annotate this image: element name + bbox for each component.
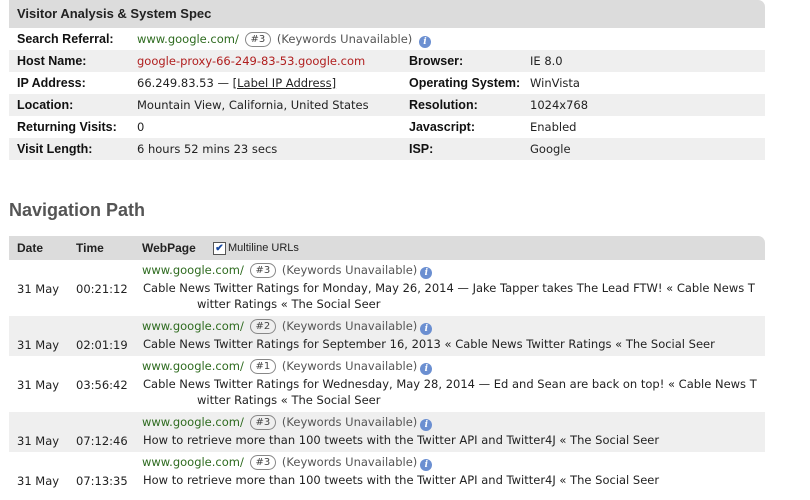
os-label: Operating System: <box>409 76 521 90</box>
row-date: 31 May <box>17 282 60 296</box>
webpage-title-line1[interactable]: Cable News Twitter Ratings for Wednesday… <box>143 377 757 391</box>
rank-badge: #2 <box>249 319 277 334</box>
keywords-text: (Keywords Unavailable) <box>281 455 418 469</box>
referral-site[interactable]: www.google.com/ <box>142 319 244 333</box>
row-date: 31 May <box>17 338 60 352</box>
javascript-label: Javascript: <box>409 120 476 134</box>
info-icon[interactable]: i <box>420 419 433 431</box>
nav-table-header: Date Time WebPage ✔ Multiline URLs <box>9 236 765 260</box>
info-icon[interactable]: i <box>418 36 431 48</box>
resolution-value: 1024x768 <box>530 98 589 112</box>
location-value: Mountain View, California, United States <box>137 98 369 112</box>
keywords-text: (Keywords Unavailable) <box>281 359 418 373</box>
table-row: www.google.com/ #2 (Keywords Unavailable… <box>9 316 765 356</box>
row-time: 07:12:46 <box>76 434 128 448</box>
row-date: 31 May <box>17 434 60 448</box>
spec-row-ip: IP Address: 66.249.83.53 — [Label IP Add… <box>9 72 765 94</box>
row-time: 02:01:19 <box>76 338 128 352</box>
browser-label: Browser: <box>409 54 464 68</box>
search-rank-badge: #3 <box>244 32 272 47</box>
keywords-text: (Keywords Unavailable) <box>281 319 418 333</box>
resolution-label: Resolution: <box>409 98 478 112</box>
referral-site[interactable]: www.google.com/ <box>142 263 244 277</box>
navigation-path-table: Date Time WebPage ✔ Multiline URLs www.g… <box>9 236 765 492</box>
referral-site[interactable]: www.google.com/ <box>142 415 244 429</box>
multiline-urls-label[interactable]: Multiline URLs <box>228 236 299 260</box>
row-date: 31 May <box>17 474 60 488</box>
col-webpage-header: WebPage <box>142 241 196 255</box>
webpage-link[interactable]: Cable News Twitter Ratings for Wednesday… <box>143 376 763 408</box>
row-time: 00:21:12 <box>76 282 128 296</box>
spec-row-returning: Returning Visits: 0 Javascript: Enabled <box>9 116 765 138</box>
os-value: WinVista <box>530 76 580 90</box>
returning-visits-value: 0 <box>137 120 145 134</box>
search-referral-label: Search Referral: <box>17 32 114 46</box>
referral-source: www.google.com/ #1 (Keywords Unavailable… <box>142 359 433 375</box>
spec-row-location: Location: Mountain View, California, Uni… <box>9 94 765 116</box>
browser-value: IE 8.0 <box>530 54 563 68</box>
isp-label: ISP: <box>409 142 434 156</box>
search-referral-value: www.google.com/ #3 (Keywords Unavailable… <box>137 28 431 50</box>
search-referral-site[interactable]: www.google.com/ <box>137 32 239 46</box>
returning-visits-label: Returning Visits: <box>17 120 117 134</box>
table-row: www.google.com/ #1 (Keywords Unavailable… <box>9 356 765 412</box>
host-name-value: google-proxy-66-249-83-53.google.com <box>137 54 366 68</box>
javascript-value: Enabled <box>530 120 577 134</box>
label-ip-link[interactable]: [Label IP Address] <box>233 76 336 90</box>
row-date: 31 May <box>17 378 60 392</box>
visit-length-label: Visit Length: <box>17 142 93 156</box>
referral-source: www.google.com/ #3 (Keywords Unavailable… <box>142 263 433 279</box>
webpage-link[interactable]: Cable News Twitter Ratings for Monday, M… <box>143 280 763 312</box>
referral-source: www.google.com/ #2 (Keywords Unavailable… <box>142 319 433 335</box>
visit-length-value: 6 hours 52 mins 23 secs <box>137 142 278 156</box>
referral-site[interactable]: www.google.com/ <box>142 455 244 469</box>
spec-row-host: Host Name: google-proxy-66-249-83-53.goo… <box>9 50 765 72</box>
info-icon[interactable]: i <box>420 459 433 471</box>
spec-row-visit-length: Visit Length: 6 hours 52 mins 23 secs IS… <box>9 138 765 160</box>
navigation-path-title: Navigation Path <box>9 200 146 220</box>
ip-address-text: 66.249.83.53 — <box>137 76 229 90</box>
nav-rows: www.google.com/ #3 (Keywords Unavailable… <box>9 260 765 492</box>
rank-badge: #3 <box>249 455 277 470</box>
spec-row-referral: Search Referral: www.google.com/ #3 (Key… <box>9 28 765 50</box>
rank-badge: #1 <box>249 359 277 374</box>
row-time: 03:56:42 <box>76 378 128 392</box>
visitor-spec-panel: Visitor Analysis & System Spec Search Re… <box>9 0 765 160</box>
info-icon[interactable]: i <box>420 323 433 335</box>
ip-address-label: IP Address: <box>17 76 86 90</box>
keywords-text: (Keywords Unavailable) <box>281 263 418 277</box>
webpage-link[interactable]: How to retrieve more than 100 tweets wit… <box>143 472 763 488</box>
referral-site[interactable]: www.google.com/ <box>142 359 244 373</box>
info-icon[interactable]: i <box>420 363 433 375</box>
spec-title: Visitor Analysis & System Spec <box>9 0 765 28</box>
keywords-text: (Keywords Unavailable) <box>276 32 413 46</box>
checkbox-icon[interactable]: ✔ <box>213 242 226 255</box>
isp-value: Google <box>530 142 571 156</box>
referral-source: www.google.com/ #3 (Keywords Unavailable… <box>142 455 433 471</box>
referral-source: www.google.com/ #3 (Keywords Unavailable… <box>142 415 433 431</box>
table-row: www.google.com/ #3 (Keywords Unavailable… <box>9 260 765 316</box>
webpage-title-line1[interactable]: Cable News Twitter Ratings for Monday, M… <box>143 281 755 295</box>
rank-badge: #3 <box>249 263 277 278</box>
webpage-title-line2[interactable]: witter Ratings « The Social Seer <box>143 392 763 408</box>
info-icon[interactable]: i <box>420 267 433 279</box>
keywords-text: (Keywords Unavailable) <box>281 415 418 429</box>
host-name-label: Host Name: <box>17 54 87 68</box>
location-label: Location: <box>17 98 74 112</box>
rank-badge: #3 <box>249 415 277 430</box>
webpage-title-line1[interactable]: How to retrieve more than 100 tweets wit… <box>143 473 659 487</box>
webpage-link[interactable]: Cable News Twitter Ratings for September… <box>143 336 763 352</box>
webpage-title-line1[interactable]: Cable News Twitter Ratings for September… <box>143 337 715 351</box>
table-row: www.google.com/ #3 (Keywords Unavailable… <box>9 452 765 492</box>
webpage-link[interactable]: How to retrieve more than 100 tweets wit… <box>143 432 763 448</box>
col-time-header: Time <box>76 241 104 255</box>
webpage-title-line1[interactable]: How to retrieve more than 100 tweets wit… <box>143 433 659 447</box>
table-row: www.google.com/ #3 (Keywords Unavailable… <box>9 412 765 452</box>
webpage-title-line2[interactable]: witter Ratings « The Social Seer <box>143 296 763 312</box>
ip-address-value: 66.249.83.53 — [Label IP Address] <box>137 72 336 94</box>
row-time: 07:13:35 <box>76 474 128 488</box>
col-date-header: Date <box>17 241 44 255</box>
